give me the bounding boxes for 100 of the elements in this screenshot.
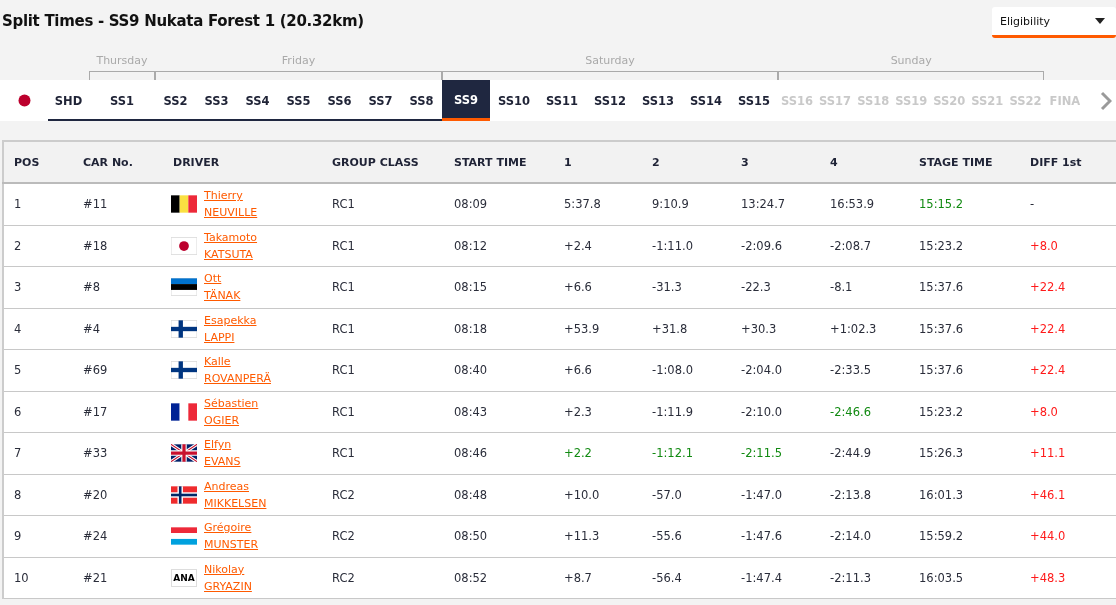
split-time-cell: -2:11.3 [820, 557, 909, 599]
flag-icon [171, 527, 197, 546]
position-cell: 7 [3, 432, 73, 474]
diff-cell: +48.3 [1020, 557, 1116, 599]
car-number-cell: #24 [73, 515, 163, 557]
eligibility-dropdown[interactable]: Eligibility [992, 7, 1116, 38]
car-number-cell: #8 [73, 266, 163, 308]
column-header: CAR No. [73, 141, 163, 183]
column-header: DRIVER [163, 141, 322, 183]
flag-icon [171, 278, 197, 297]
driver-last-name-link[interactable]: ROVANPERÄ [204, 371, 271, 387]
start-time-cell: 08:43 [444, 391, 554, 433]
car-number-cell: #17 [73, 391, 163, 433]
flag-icon [171, 195, 197, 214]
split-time-cell: +6.6 [554, 266, 642, 308]
driver-first-name-link[interactable]: Grégoire [204, 520, 259, 536]
stage-time-cell: 15:37.6 [909, 349, 1020, 391]
split-time-cell: -2:44.9 [820, 432, 909, 474]
driver-last-name-link[interactable]: EVANS [204, 454, 241, 470]
car-number-cell: #11 [73, 183, 163, 225]
split-time-cell: 13:24.7 [731, 183, 820, 225]
stage-time-cell: 15:23.2 [909, 225, 1020, 267]
flag-icon [171, 319, 197, 338]
split-time-cell: -2:11.5 [731, 432, 820, 474]
driver-first-name-link[interactable]: Andreas [204, 478, 267, 494]
column-header: GROUP CLASS [322, 141, 444, 183]
page-title: Split Times - SS9 Nukata Forest 1 (20.32km) [2, 12, 364, 30]
split-time-cell: -22.3 [731, 266, 820, 308]
country-flag-icon [17, 94, 31, 107]
split-time-cell: -2:13.8 [820, 474, 909, 516]
start-time-cell: 08:46 [444, 432, 554, 474]
driver-first-name-link[interactable]: Sébastien [204, 395, 259, 411]
car-number-cell: #4 [73, 308, 163, 350]
stage-tab[interactable]: SS9 [442, 80, 490, 121]
driver-first-name-link[interactable]: Thierry [204, 188, 258, 204]
day-label: Saturday [585, 54, 635, 68]
column-header: START TIME [444, 141, 554, 183]
position-cell: 6 [3, 391, 73, 433]
car-number-cell: #69 [73, 349, 163, 391]
split-time-cell: -2:04.0 [731, 349, 820, 391]
column-header: 3 [731, 141, 820, 183]
neutral-flag: ANA [171, 568, 197, 587]
split-time-cell: -1:08.0 [642, 349, 731, 391]
group-class-cell: RC1 [322, 391, 444, 433]
split-time-cell: -1:11.0 [642, 225, 731, 267]
diff-cell: +11.1 [1020, 432, 1116, 474]
car-number-cell: #20 [73, 474, 163, 516]
diff-cell: - [1020, 183, 1116, 225]
split-time-cell: -2:09.6 [731, 225, 820, 267]
split-time-cell: -8.1 [820, 266, 909, 308]
driver-last-name-link[interactable]: MIKKELSEN [204, 495, 267, 511]
car-number-cell: #33 [73, 432, 163, 474]
position-cell: 1 [3, 183, 73, 225]
column-header: 1 [554, 141, 642, 183]
driver-first-name-link[interactable]: Kalle [204, 354, 271, 370]
stage-time-cell: 15:37.6 [909, 308, 1020, 350]
driver-last-name-link[interactable]: NEUVILLE [204, 205, 258, 221]
start-time-cell: 08:50 [444, 515, 554, 557]
group-class-cell: RC1 [322, 349, 444, 391]
diff-cell: +22.4 [1020, 308, 1116, 350]
group-class-cell: RC2 [322, 515, 444, 557]
driver-last-name-link[interactable]: GRYAZIN [204, 578, 252, 594]
driver-last-name-link[interactable]: OGIER [204, 412, 259, 428]
split-time-cell: +8.7 [554, 557, 642, 599]
split-time-cell: +6.6 [554, 349, 642, 391]
start-time-cell: 08:48 [444, 474, 554, 516]
chevron-right-icon[interactable] [1100, 90, 1112, 111]
position-cell: 4 [3, 308, 73, 350]
split-time-cell: -1:12.1 [642, 432, 731, 474]
driver-first-name-link[interactable]: Takamoto [204, 229, 258, 245]
day-label: Thursday [96, 54, 148, 68]
group-class-cell: RC2 [322, 557, 444, 599]
flag-icon [171, 485, 197, 504]
split-time-cell: -1:11.9 [642, 391, 731, 433]
split-time-cell: -57.0 [642, 474, 731, 516]
driver-first-name-link[interactable]: Ott [204, 271, 241, 287]
split-time-cell: +31.8 [642, 308, 731, 350]
stage-time-cell: 15:15.2 [909, 183, 1020, 225]
driver-last-name-link[interactable]: MUNSTER [204, 537, 259, 553]
group-class-cell: RC1 [322, 432, 444, 474]
split-time-cell: +2.4 [554, 225, 642, 267]
split-time-cell: -55.6 [642, 515, 731, 557]
car-number-cell: #18 [73, 225, 163, 267]
stage-time-cell: 16:01.3 [909, 474, 1020, 516]
driver-last-name-link[interactable]: TÄNAK [204, 288, 241, 304]
diff-cell: +8.0 [1020, 225, 1116, 267]
split-time-cell: +1:02.3 [820, 308, 909, 350]
stage-time-cell: 15:59.2 [909, 515, 1020, 557]
split-time-cell: -31.3 [642, 266, 731, 308]
driver-first-name-link[interactable]: Esapekka [204, 312, 257, 328]
position-cell: 2 [3, 225, 73, 267]
driver-last-name-link[interactable]: LAPPI [204, 329, 257, 345]
split-time-cell: -2:08.7 [820, 225, 909, 267]
driver-first-name-link[interactable]: Nikolay [204, 561, 252, 577]
flag-icon [171, 444, 197, 463]
caret-icon [1095, 18, 1105, 24]
driver-last-name-link[interactable]: KATSUTA [204, 246, 258, 262]
driver-first-name-link[interactable]: Elfyn [204, 437, 241, 453]
column-header: DIFF 1st [1020, 141, 1116, 183]
position-cell: 3 [3, 266, 73, 308]
